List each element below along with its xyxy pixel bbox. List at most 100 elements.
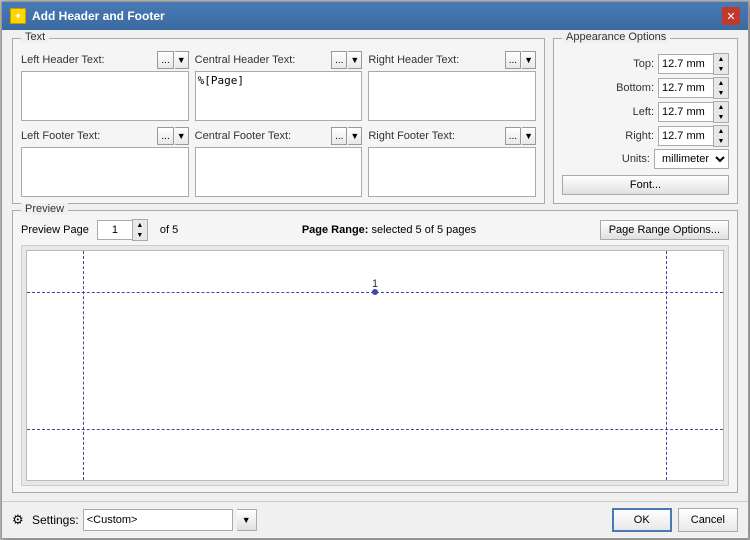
left-header-input[interactable] (21, 71, 189, 121)
left-header-label: Left Header Text: (21, 54, 105, 66)
left-header-insert[interactable]: ... ▼ (157, 51, 188, 69)
right-header-insert[interactable]: ... ▼ (505, 51, 536, 69)
units-label: Units: (622, 153, 650, 165)
right-footer-insert[interactable]: ... ▼ (505, 127, 536, 145)
left-footer-insert[interactable]: ... ▼ (157, 127, 188, 145)
left-header-insert-btn[interactable]: ... (157, 51, 173, 69)
left-footer-group: Left Footer Text: ... ▼ (21, 127, 189, 197)
right-margin-label: Right: (625, 130, 654, 142)
dialog-icon: ✦ (10, 8, 26, 24)
right-footer-label: Right Footer Text: (368, 130, 455, 142)
left-footer-insert-btn[interactable]: ... (157, 127, 173, 145)
central-header-group: Central Header Text: ... ▼ %[Page] (195, 51, 363, 121)
right-footer-insert-btn[interactable]: ... (505, 127, 521, 145)
bottom-label: Bottom: (616, 82, 654, 94)
bottom-spin-group: ▲ ▼ (658, 77, 729, 99)
right-footer-dropdown-arrow[interactable]: ▼ (522, 127, 536, 145)
close-button[interactable]: ✕ (722, 7, 740, 25)
header-center-dot (372, 289, 378, 295)
bottom-spin-arrows: ▲ ▼ (713, 77, 729, 99)
footer-dashed-line (27, 429, 723, 430)
central-header-insert-btn[interactable]: ... (331, 51, 347, 69)
top-spin-arrows: ▲ ▼ (713, 53, 729, 75)
preview-page-down[interactable]: ▼ (133, 230, 147, 240)
bottom-input[interactable] (658, 78, 713, 98)
right-spin-arrows: ▲ ▼ (713, 125, 729, 147)
ok-button[interactable]: OK (612, 508, 672, 532)
font-button[interactable]: Font... (562, 175, 729, 195)
right-header-group: Right Header Text: ... ▼ (368, 51, 536, 121)
left-footer-label: Left Footer Text: (21, 130, 100, 142)
central-footer-insert-btn[interactable]: ... (331, 127, 347, 145)
right-header-input[interactable] (368, 71, 536, 121)
preview-section: Preview Preview Page ▲ ▼ of 5 Page Range… (12, 210, 738, 493)
text-section: Text Left Header Text: ... ▼ (12, 38, 545, 204)
left-spin-group: ▲ ▼ (658, 101, 729, 123)
right-input[interactable] (658, 126, 713, 146)
settings-dropdown[interactable]: ▼ (237, 509, 257, 531)
right-spin-group: ▲ ▼ (658, 125, 729, 147)
top-spin-group: ▲ ▼ (658, 53, 729, 75)
central-footer-insert[interactable]: ... ▼ (331, 127, 362, 145)
appearance-section: Appearance Options Top: ▲ ▼ Bo (553, 38, 738, 204)
preview-page-up[interactable]: ▲ (133, 220, 147, 230)
left-spin-down[interactable]: ▼ (714, 112, 728, 122)
top-spin-up[interactable]: ▲ (714, 54, 728, 64)
right-spin-up[interactable]: ▲ (714, 126, 728, 136)
top-input[interactable] (658, 54, 713, 74)
right-footer-input[interactable] (368, 147, 536, 197)
preview-page-arrows: ▲ ▼ (132, 219, 148, 241)
preview-label: Preview (21, 203, 68, 215)
central-header-insert[interactable]: ... ▼ (331, 51, 362, 69)
page-range-label: Page Range: (302, 224, 369, 236)
left-margin-line (83, 251, 84, 480)
left-footer-dropdown-arrow[interactable]: ▼ (175, 127, 189, 145)
top-label: Top: (633, 58, 654, 70)
central-footer-input[interactable] (195, 147, 363, 197)
central-footer-group: Central Footer Text: ... ▼ (195, 127, 363, 197)
left-input[interactable] (658, 102, 713, 122)
preview-page-label: Preview Page (21, 224, 89, 236)
page-range-info: Page Range: selected 5 of 5 pages (186, 224, 591, 236)
text-section-label: Text (21, 31, 49, 43)
settings-group: ⚙ Settings: ▼ (12, 509, 257, 531)
appearance-label: Appearance Options (562, 31, 670, 43)
central-footer-label: Central Footer Text: (195, 130, 291, 142)
right-spin-down[interactable]: ▼ (714, 136, 728, 146)
bottom-spin-up[interactable]: ▲ (714, 78, 728, 88)
left-spin-arrows: ▲ ▼ (713, 101, 729, 123)
settings-input[interactable] (83, 509, 233, 531)
units-select[interactable]: millimeter (654, 149, 729, 169)
settings-icon: ⚙ (12, 512, 28, 528)
top-spin-down[interactable]: ▼ (714, 64, 728, 74)
left-spin-up[interactable]: ▲ (714, 102, 728, 112)
dialog-footer: ⚙ Settings: ▼ OK Cancel (2, 501, 748, 538)
bottom-spin-down[interactable]: ▼ (714, 88, 728, 98)
right-header-label: Right Header Text: (368, 54, 459, 66)
settings-label: Settings: (32, 513, 79, 527)
footer-buttons: OK Cancel (612, 508, 738, 532)
preview-page: 1 (26, 250, 724, 481)
central-header-input[interactable]: %[Page] (195, 71, 363, 121)
right-header-insert-btn[interactable]: ... (505, 51, 521, 69)
cancel-button[interactable]: Cancel (678, 508, 738, 532)
preview-page-input[interactable] (97, 220, 132, 240)
header-fields-row: Left Header Text: ... ▼ Central Header T… (21, 51, 536, 121)
preview-canvas: 1 (21, 245, 729, 486)
central-footer-dropdown-arrow[interactable]: ▼ (348, 127, 362, 145)
left-header-group: Left Header Text: ... ▼ (21, 51, 189, 121)
dialog-title: Add Header and Footer (32, 9, 165, 23)
footer-fields-row: Left Footer Text: ... ▼ Central Footer T… (21, 127, 536, 197)
page-range-options-button[interactable]: Page Range Options... (600, 220, 729, 240)
right-header-dropdown-arrow[interactable]: ▼ (522, 51, 536, 69)
add-header-footer-dialog: ✦ Add Header and Footer ✕ Text Left Head… (1, 1, 749, 539)
central-header-dropdown-arrow[interactable]: ▼ (348, 51, 362, 69)
left-footer-input[interactable] (21, 147, 189, 197)
preview-group: Preview Preview Page ▲ ▼ of 5 Page Range… (12, 210, 738, 493)
right-footer-group: Right Footer Text: ... ▼ (368, 127, 536, 197)
preview-page-spin: ▲ ▼ (97, 219, 148, 241)
preview-controls: Preview Page ▲ ▼ of 5 Page Range: select… (21, 219, 729, 241)
left-header-dropdown-arrow[interactable]: ▼ (175, 51, 189, 69)
title-bar: ✦ Add Header and Footer ✕ (2, 2, 748, 30)
central-header-label: Central Header Text: (195, 54, 296, 66)
